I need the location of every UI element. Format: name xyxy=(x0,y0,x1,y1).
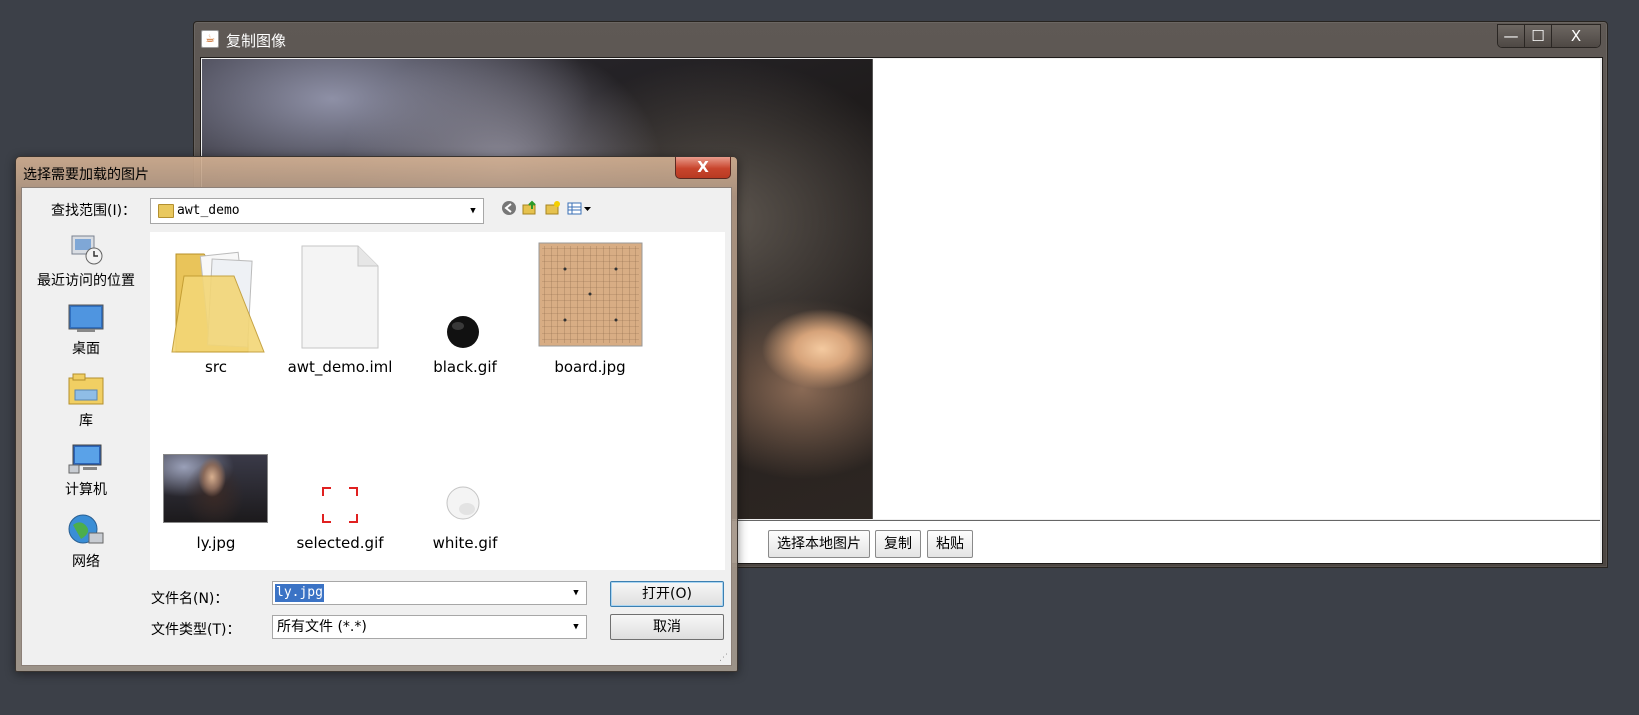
network-icon xyxy=(68,514,104,544)
document-icon xyxy=(301,245,379,349)
sidebar-item-libraries[interactable]: 库 xyxy=(27,372,145,430)
chevron-down-icon[interactable]: ▼ xyxy=(569,582,583,604)
photo-thumbnail xyxy=(163,454,268,523)
file-item-black-gif[interactable]: black.gif xyxy=(405,240,525,380)
java-cup-icon: ☕ xyxy=(201,30,219,48)
black-stone-icon xyxy=(447,316,479,348)
sidebar-item-label: 最近访问的位置 xyxy=(37,273,135,289)
computer-icon xyxy=(68,444,102,474)
chevron-down-icon[interactable]: ▼ xyxy=(466,199,480,223)
dialog-body: 查找范围(I)： awt_demo ▼ 最近访问的位置 桌面 库 计算机 网络 … xyxy=(21,187,732,666)
resize-grip-icon[interactable]: ⋰ xyxy=(719,653,729,663)
libraries-icon xyxy=(68,373,104,405)
maximize-button[interactable]: ☐ xyxy=(1524,25,1551,47)
file-name: board.jpg xyxy=(554,358,626,376)
file-type-label: 文件类型(T)： xyxy=(151,622,241,638)
file-type-combo[interactable]: 所有文件 (*.*) ▼ xyxy=(272,615,587,639)
sidebar-item-recent[interactable]: 最近访问的位置 xyxy=(27,230,145,290)
file-name: black.gif xyxy=(433,358,497,376)
file-item-src[interactable]: src xyxy=(156,240,276,380)
dialog-close-button[interactable]: X xyxy=(675,157,731,179)
paste-target-canvas xyxy=(872,59,1600,519)
caption-buttons: — ☐ X xyxy=(1497,24,1601,48)
file-item-board-jpg[interactable]: board.jpg xyxy=(530,240,650,380)
go-board-thumbnail xyxy=(538,242,643,347)
folder-icon xyxy=(158,204,174,218)
file-chooser-dialog: 选择需要加载的图片 X 查找范围(I)： awt_demo ▼ 最近访问的位置 … xyxy=(15,156,738,672)
sidebar-item-label: 库 xyxy=(79,413,93,429)
window-title: 复制图像 xyxy=(226,32,287,50)
file-name-value: ly.jpg xyxy=(275,584,324,602)
file-name: src xyxy=(205,358,227,376)
file-name-field[interactable]: ly.jpg ▼ xyxy=(272,581,587,605)
recent-places-icon xyxy=(71,235,103,265)
chevron-down-icon[interactable]: ▼ xyxy=(569,616,583,638)
file-name: ly.jpg xyxy=(196,534,236,552)
sidebar-item-desktop[interactable]: 桌面 xyxy=(27,302,145,358)
sidebar-item-label: 桌面 xyxy=(72,341,100,357)
sidebar-item-computer[interactable]: 计算机 xyxy=(27,443,145,499)
file-name: selected.gif xyxy=(296,534,384,552)
paste-button[interactable]: 粘贴 xyxy=(927,530,973,558)
look-in-combo[interactable]: awt_demo ▼ xyxy=(150,198,484,224)
file-name: white.gif xyxy=(432,534,498,552)
look-in-value: awt_demo xyxy=(177,203,240,218)
main-title-bar[interactable]: ☕ 复制图像 — ☐ X xyxy=(194,22,1607,56)
dialog-title[interactable]: 选择需要加载的图片 xyxy=(23,164,149,184)
file-item-awt-demo-iml[interactable]: awt_demo.iml xyxy=(280,240,400,380)
select-local-image-button[interactable]: 选择本地图片 xyxy=(768,530,870,558)
file-type-value: 所有文件 (*.*) xyxy=(277,619,367,635)
file-item-white-gif[interactable]: white.gif xyxy=(405,450,525,560)
view-menu-icon[interactable] xyxy=(567,200,593,217)
back-icon[interactable] xyxy=(500,200,517,217)
white-stone-icon xyxy=(446,486,480,520)
places-sidebar: 最近访问的位置 桌面 库 计算机 网络 xyxy=(27,230,145,650)
sidebar-item-label: 网络 xyxy=(72,554,100,570)
cancel-button[interactable]: 取消 xyxy=(610,614,724,640)
file-list: src awt_demo.iml black.gif board.jpg ly.… xyxy=(150,232,725,570)
file-item-selected-gif[interactable]: selected.gif xyxy=(280,450,400,560)
copy-button[interactable]: 复制 xyxy=(875,530,921,558)
file-name-label: 文件名(N)： xyxy=(151,591,229,607)
selection-corners-icon xyxy=(322,487,358,523)
file-name: awt_demo.iml xyxy=(287,358,393,376)
close-button[interactable]: X xyxy=(1551,25,1600,47)
up-folder-icon[interactable] xyxy=(521,200,538,217)
new-folder-icon[interactable] xyxy=(544,200,561,217)
open-button[interactable]: 打开(O) xyxy=(610,581,724,607)
file-item-ly-jpg[interactable]: ly.jpg xyxy=(156,450,276,560)
look-in-label: 查找范围(I)： xyxy=(51,203,137,219)
folder-icon xyxy=(171,251,265,353)
sidebar-item-network[interactable]: 网络 xyxy=(27,513,145,571)
sidebar-item-label: 计算机 xyxy=(65,482,107,498)
desktop-icon xyxy=(68,304,104,332)
minimize-button[interactable]: — xyxy=(1498,25,1524,47)
